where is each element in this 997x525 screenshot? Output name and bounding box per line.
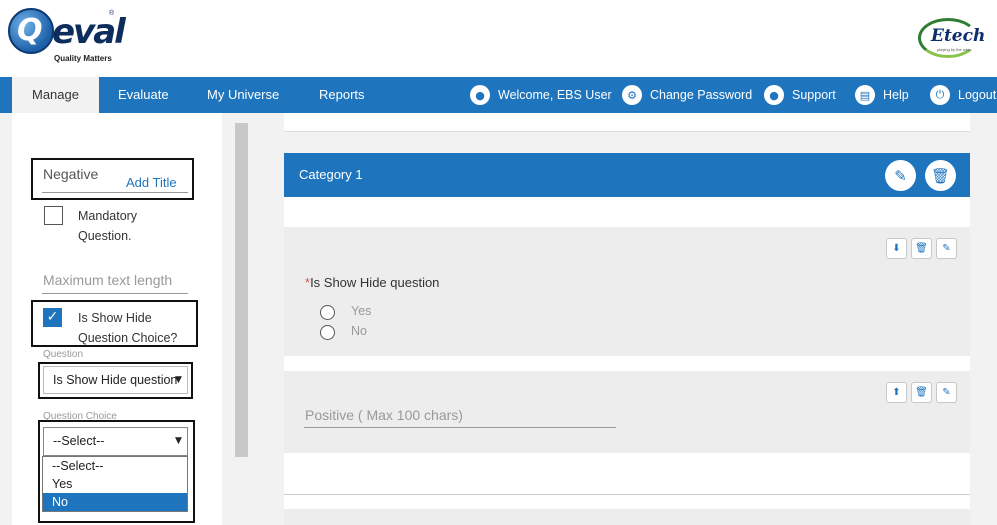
show-hide-checkbox[interactable]: ✓ <box>43 308 62 327</box>
question-choice-value: --Select-- <box>53 434 105 448</box>
pencil-icon: ✎ <box>942 387 951 398</box>
delete-question-button[interactable]: 🗑 <box>911 238 932 259</box>
chevron-down-icon: ▼ <box>175 436 182 446</box>
main-nav: Manage Evaluate My Universe Reports ● We… <box>0 77 997 113</box>
user-icon: ● <box>470 85 490 105</box>
positive-text-input[interactable]: Positive ( Max 100 chars) <box>305 407 463 423</box>
nav-support[interactable]: ● Support <box>764 77 836 113</box>
category-title: Category 1 <box>299 167 363 182</box>
mandatory-label-line1: Mandatory <box>78 209 138 223</box>
pencil-icon: ✎ <box>942 243 951 254</box>
nav-help-label: Help <box>883 88 909 102</box>
max-text-length-underline <box>42 293 188 294</box>
question-choice-select[interactable]: --Select-- <box>43 427 188 456</box>
user-icon: ● <box>764 85 784 105</box>
category-header <box>284 153 970 197</box>
radio-no-label: No <box>351 324 367 338</box>
etech-subtitle: playing by the rules <box>937 47 972 52</box>
logo-registered-mark: ® <box>109 10 115 17</box>
question-text: *Is Show Hide question <box>305 275 439 290</box>
nav-logout-label: Logout <box>958 88 997 102</box>
radio-yes[interactable] <box>320 305 335 320</box>
panel-scrollbar[interactable] <box>235 123 248 457</box>
move-down-button[interactable]: ⬇ <box>886 238 907 259</box>
pencil-icon: ✎ <box>894 166 907 185</box>
logo-eval-text: eval <box>52 12 126 52</box>
dropdown-option-yes[interactable]: Yes <box>43 475 187 493</box>
positive-text-underline <box>304 427 616 428</box>
logo-tagline: Quality Matters <box>54 54 112 63</box>
previous-card-bottom <box>284 113 970 132</box>
etech-logo: Etech playing by the rules <box>918 16 986 60</box>
nav-change-password-label: Change Password <box>650 88 753 102</box>
app-header: Q eval ® Quality Matters Etech playing b… <box>0 0 997 77</box>
question-text-label: Is Show Hide question <box>310 275 440 290</box>
section-divider <box>284 494 970 495</box>
question-block-show-hide <box>284 227 970 356</box>
edit-question-button[interactable]: ✎ <box>936 238 957 259</box>
dropdown-option-select[interactable]: --Select-- <box>43 457 187 475</box>
arrow-up-icon: ⬆ <box>892 387 901 398</box>
mandatory-label-line2: Question. <box>78 229 132 243</box>
arrow-down-icon: ⬇ <box>892 243 901 254</box>
move-up-button[interactable]: ⬆ <box>886 382 907 403</box>
trash-icon: 🗑 <box>915 387 928 398</box>
edit-category-button[interactable]: ✎ <box>885 160 916 191</box>
max-text-length-input[interactable]: Maximum text length <box>43 272 172 288</box>
question-select-value: Is Show Hide question <box>53 373 178 387</box>
question-choice-dropdown: --Select-- Yes No <box>42 456 188 512</box>
title-field-underline <box>42 192 188 193</box>
trash-icon: 🗑 <box>930 166 951 185</box>
nav-welcome-user[interactable]: ● Welcome, EBS User <box>470 77 612 113</box>
nav-change-password[interactable]: ⚙ Change Password <box>622 77 752 113</box>
delete-category-button[interactable]: 🗑 <box>925 160 956 191</box>
power-icon: ⏻ <box>930 85 950 105</box>
nav-welcome-label: Welcome, EBS User <box>498 88 612 102</box>
question-select-label: Question <box>43 349 84 360</box>
delete-question-button[interactable]: 🗑 <box>911 382 932 403</box>
add-title-link[interactable]: Add Title <box>126 175 177 190</box>
dropdown-option-no[interactable]: No <box>43 493 187 511</box>
question-select[interactable]: Is Show Hide question <box>43 366 188 394</box>
etech-name: Etech <box>931 26 986 46</box>
tab-manage[interactable]: Manage <box>12 77 99 113</box>
radio-no[interactable] <box>320 325 335 340</box>
show-hide-label-line2: Question Choice? <box>78 331 178 345</box>
mandatory-checkbox[interactable] <box>44 206 63 225</box>
radio-yes-label: Yes <box>351 304 372 318</box>
chevron-down-icon: ▼ <box>175 375 182 385</box>
show-hide-label-line1: Is Show Hide <box>78 311 152 325</box>
book-icon: ▤ <box>855 85 875 105</box>
gear-icon: ⚙ <box>622 85 642 105</box>
next-question-block <box>284 509 970 525</box>
nav-logout[interactable]: ⏻ Logout <box>930 77 996 113</box>
logo-q-letter: Q <box>17 13 43 48</box>
trash-icon: 🗑 <box>915 243 928 254</box>
tab-reports[interactable]: Reports <box>319 77 365 113</box>
tab-my-universe[interactable]: My Universe <box>207 77 279 113</box>
edit-question-button[interactable]: ✎ <box>936 382 957 403</box>
tab-evaluate[interactable]: Evaluate <box>118 77 169 113</box>
nav-help[interactable]: ▤ Help <box>855 77 909 113</box>
qeval-logo[interactable]: Q eval ® Quality Matters <box>8 8 126 66</box>
title-field-value[interactable]: Negative <box>43 166 98 182</box>
nav-support-label: Support <box>792 88 836 102</box>
